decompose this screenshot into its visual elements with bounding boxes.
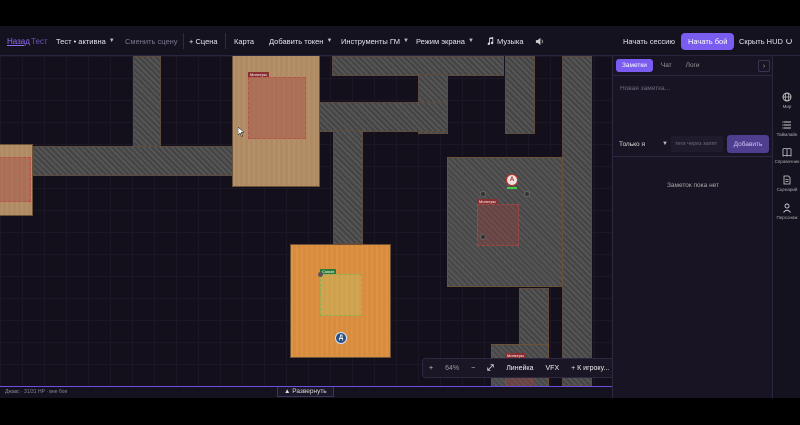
speaker-icon [535,37,543,45]
ally-zone: Союзн [320,269,362,316]
top-bar: Назад Тест Тест • активна ▼ Сменить сцену… [0,26,800,56]
expand-button[interactable]: ▲ Развернуть [277,387,334,397]
book-icon [782,148,792,157]
rail-item-world[interactable]: Мир [773,92,800,109]
room [0,144,33,216]
object-marker [480,234,486,240]
tab-notes[interactable]: Заметки [616,59,653,72]
corridor [333,130,363,244]
app-frame: Назад Тест Тест • активна ▼ Сменить сцену… [0,26,800,398]
zoom-out-button[interactable]: − [465,365,481,372]
chevron-down-icon: ▼ [467,38,474,44]
divider [613,156,773,157]
status-bar: Джавс · 31/31 HP · вне боя ▲ Развернуть [0,386,612,398]
tags-input[interactable]: теги через запят [671,136,723,152]
add-note-button[interactable]: Добавить [727,135,769,153]
campaign-name: Тест [31,36,48,46]
tab-logs[interactable]: Логи [680,59,706,72]
zoom-in-button[interactable]: + [423,365,439,372]
zoom-level: 64% [445,364,460,372]
start-fight-button[interactable]: Начать бой [681,32,735,50]
room: Монстры А [447,157,563,287]
vfx-button[interactable]: VFX [540,365,566,372]
object-marker [524,191,530,197]
monster-zone: Монстры [248,72,306,139]
expand-icon [487,363,494,371]
music-note-icon [487,37,494,45]
rail-item-timeline[interactable]: Таймлайн [773,120,800,137]
document-icon [783,175,791,185]
notes-panel: Заметки Чат Логи › Новая заметка... Толь… [612,56,773,398]
music-button[interactable]: Музыка [486,26,524,56]
rail-item-characters[interactable]: Персонаж [773,203,800,220]
chevron-down-icon: ▼ [662,141,668,147]
zone-label: Монстры [477,199,498,204]
list-icon [782,121,791,129]
zone-label: Монстры [248,72,269,77]
object-marker [480,191,486,197]
chevron-down-icon: ▼ [403,38,409,44]
gm-tools-button[interactable]: Инструменты ГМ ▼ [341,26,409,56]
map-button[interactable]: Карта [234,26,254,56]
visibility-select[interactable]: Только я ▼ [616,136,668,152]
room: Союзн Д [290,244,391,358]
divider [183,33,184,49]
character-status: Джавс · 31/31 HP · вне боя [5,389,68,395]
corridor [133,56,161,148]
corridor [505,56,535,134]
volume-button[interactable] [535,26,544,56]
globe-icon [782,92,792,102]
empty-state-text: Заметок пока нет [666,182,720,189]
person-icon [783,203,791,213]
change-scene-button[interactable]: Сменить сцену [125,26,178,56]
ruler-button[interactable]: Линейка [500,365,539,372]
mouse-cursor-icon [238,127,245,137]
object-marker [318,272,323,277]
hide-hud-button[interactable]: Скрыть HUD [739,26,783,56]
corridor [562,56,592,386]
screen-mode-button[interactable]: Режим экрана ▼ [416,26,474,56]
chevron-right-icon[interactable]: › [758,60,770,72]
token-health-bar [507,187,517,189]
map-toolbar: + 64% − Линейка VFX + К игроку...▼ [422,358,626,378]
rail-item-scenarios[interactable]: Сценарий [773,175,800,192]
fit-view-button[interactable] [481,363,500,373]
corridor [332,56,504,76]
token-a[interactable]: А [506,174,518,186]
note-input[interactable]: Новая заметка... [616,80,770,128]
token-d[interactable]: Д [335,332,347,344]
monster-zone [0,157,31,202]
start-session-button[interactable]: Начать сессию [623,26,675,56]
side-rail: Мир Таймлайн Справочник Сценарий Персона… [772,56,800,398]
chevron-down-icon: ▼ [326,38,333,44]
status-indicator [786,26,792,56]
corridor [519,288,549,348]
tab-chat[interactable]: Чат [655,59,678,72]
loading-icon [786,38,792,44]
panel-tabs: Заметки Чат Логи › [613,56,773,76]
scene-select[interactable]: Тест • активна ▼ [56,26,115,56]
corridor [318,102,448,132]
room: Монстры [232,56,320,187]
battle-map[interactable]: Монстры Монстры А Союзн Д Монстры [0,56,612,386]
divider [225,33,226,49]
add-token-button[interactable]: Добавить токен ▼ [269,26,332,56]
add-scene-button[interactable]: + Сцена [189,26,218,56]
chevron-down-icon: ▼ [108,38,115,44]
back-link[interactable]: Назад [7,37,30,46]
note-options-row: Только я ▼ теги через запят Добавить [616,135,770,153]
rail-item-reference[interactable]: Справочник [773,147,800,164]
